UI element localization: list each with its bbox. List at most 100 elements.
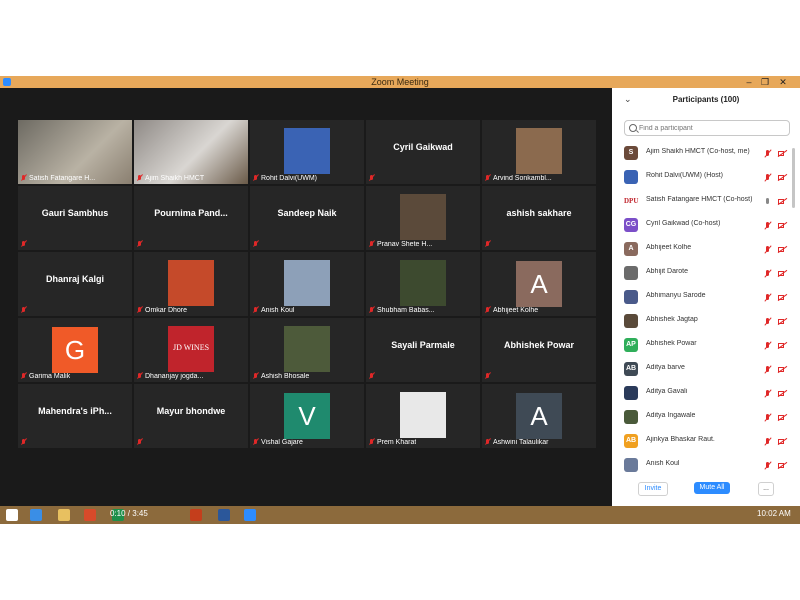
participant-avatar	[624, 266, 638, 280]
video-off-icon[interactable]	[778, 318, 786, 325]
video-off-icon[interactable]	[778, 414, 786, 421]
participant-search[interactable]	[624, 120, 790, 136]
participant-tile[interactable]: Ajim Shaikh HMCT	[134, 120, 248, 184]
participant-tile[interactable]: Arvind Sonkambl...	[482, 120, 596, 184]
participant-tile[interactable]: Rohit Dalvi(UWM)	[250, 120, 364, 184]
muted-mic-icon[interactable]	[764, 414, 772, 421]
minimize-button[interactable]: –	[742, 76, 756, 88]
ie-icon[interactable]	[30, 509, 42, 521]
participant-tile[interactable]: Prem Kharat	[366, 384, 480, 448]
video-off-icon[interactable]	[778, 438, 786, 445]
video-off-icon[interactable]	[778, 390, 786, 397]
participant-avatar: DPU	[624, 194, 638, 208]
participant-avatar: CG	[624, 218, 638, 232]
word-icon[interactable]	[218, 509, 230, 521]
participant-tile[interactable]: Sandeep Naik	[250, 186, 364, 250]
participant-tile[interactable]: A Abhijeet Kolhe	[482, 252, 596, 316]
muted-mic-icon[interactable]	[764, 150, 772, 157]
participant-tile[interactable]: ashish sakhare	[482, 186, 596, 250]
participant-tile[interactable]: Abhishek Powar	[482, 318, 596, 382]
participant-tile[interactable]: Gauri Sambhus	[18, 186, 132, 250]
muted-mic-icon[interactable]	[764, 270, 772, 277]
participant-row[interactable]: Anish Koul	[612, 454, 800, 472]
participant-tile[interactable]: Ashish Bhosale	[250, 318, 364, 382]
muted-mic-icon[interactable]	[764, 246, 772, 253]
tile-name-label: Vishal Gajare	[261, 439, 303, 446]
muted-mic-icon[interactable]	[764, 462, 772, 469]
participant-row[interactable]: Abhimanyu Sarode	[612, 286, 800, 310]
participant-tile[interactable]: A Ashwini Talaulikar	[482, 384, 596, 448]
participant-tile[interactable]: Sayali Parmale	[366, 318, 480, 382]
participant-row[interactable]: A Abhijeet Kolhe	[612, 238, 800, 262]
video-off-icon[interactable]	[778, 174, 786, 181]
mic-icon[interactable]	[764, 198, 772, 205]
participant-tile[interactable]: Shubham Babas...	[366, 252, 480, 316]
participant-list-scrollbar[interactable]	[792, 148, 795, 208]
search-icon	[629, 124, 637, 132]
close-button[interactable]: ✕	[776, 76, 790, 88]
participant-row[interactable]: Aditya Gavali	[612, 382, 800, 406]
tile-name-large: Mayur bhondwe	[156, 406, 226, 416]
participant-name: Abhijeet Kolhe	[646, 244, 692, 251]
participant-tile[interactable]: Pournima Pand...	[134, 186, 248, 250]
participant-tile[interactable]: Anish Koul	[250, 252, 364, 316]
profile-photo	[168, 260, 214, 306]
muted-mic-icon[interactable]	[764, 174, 772, 181]
video-off-icon[interactable]	[778, 342, 786, 349]
muted-mic-icon[interactable]	[764, 366, 772, 373]
video-off-icon[interactable]	[778, 222, 786, 229]
video-off-icon[interactable]	[778, 246, 786, 253]
muted-mic-icon[interactable]	[764, 342, 772, 349]
mute-all-button[interactable]: Mute All	[694, 482, 730, 494]
video-off-icon[interactable]	[778, 366, 786, 373]
participant-tile[interactable]: G Garima Malik	[18, 318, 132, 382]
powerpoint-icon[interactable]	[190, 509, 202, 521]
more-button[interactable]: ...	[758, 482, 774, 496]
participant-tile[interactable]: Pranav Shete H...	[366, 186, 480, 250]
participant-tile[interactable]: Omkar Dhore	[134, 252, 248, 316]
participant-row[interactable]: Aditya Ingawale	[612, 406, 800, 430]
zoom-taskbar-icon[interactable]	[244, 509, 256, 521]
muted-mic-icon[interactable]	[764, 318, 772, 325]
muted-mic-icon[interactable]	[764, 294, 772, 301]
tile-name-large: Dhanraj Kalgi	[45, 274, 104, 284]
video-off-icon[interactable]	[778, 462, 786, 469]
muted-mic-icon[interactable]	[764, 438, 772, 445]
media-player-icon[interactable]	[84, 509, 96, 521]
video-off-icon[interactable]	[778, 270, 786, 277]
participant-tile[interactable]: Mayur bhondwe	[134, 384, 248, 448]
participant-row[interactable]: AB Ajinkya Bhaskar Raut.	[612, 430, 800, 454]
participant-row[interactable]: Abhishek Jagtap	[612, 310, 800, 334]
participant-name: Rohit Dalvi(UWM) (Host)	[646, 172, 723, 179]
participant-tile[interactable]: V Vishal Gajare	[250, 384, 364, 448]
file-explorer-icon[interactable]	[58, 509, 70, 521]
video-off-icon[interactable]	[778, 198, 786, 205]
participant-row[interactable]: S Ajim Shaikh HMCT (Co-host, me)	[612, 142, 800, 166]
participant-tile[interactable]: Satish Fatangare H...	[18, 120, 132, 184]
invite-button[interactable]: Invite	[638, 482, 668, 496]
participant-row[interactable]: Rohit Dalvi(UWM) (Host)	[612, 166, 800, 190]
maximize-button[interactable]: ❐	[758, 76, 772, 88]
participant-row[interactable]: Abhijit Darote	[612, 262, 800, 286]
participant-search-input[interactable]	[639, 122, 779, 134]
start-button-icon[interactable]	[6, 509, 18, 521]
tile-name-label: Arvind Sonkambl...	[493, 175, 552, 182]
participant-tile[interactable]: Cyril Gaikwad	[366, 120, 480, 184]
muted-mic-icon[interactable]	[764, 390, 772, 397]
muted-mic-icon	[21, 373, 26, 379]
participant-name: Aditya Ingawale	[646, 412, 696, 419]
muted-mic-icon[interactable]	[764, 222, 772, 229]
window-title: Zoom Meeting	[371, 77, 429, 87]
participant-name: Abhimanyu Sarode	[646, 292, 706, 299]
participant-row[interactable]: AB Aditya barve	[612, 358, 800, 382]
participant-name: Cyril Gaikwad (Co-host)	[646, 220, 721, 227]
video-off-icon[interactable]	[778, 294, 786, 301]
muted-mic-icon	[137, 307, 142, 313]
participant-tile[interactable]: Mahendra's iPh...	[18, 384, 132, 448]
participant-row[interactable]: DPU Satish Fatangare HMCT (Co-host)	[612, 190, 800, 214]
participant-row[interactable]: AP Abhishek Powar	[612, 334, 800, 358]
participant-tile[interactable]: Dhanraj Kalgi	[18, 252, 132, 316]
participant-tile[interactable]: JD WINES Dhananjay jogda...	[134, 318, 248, 382]
video-off-icon[interactable]	[778, 150, 786, 157]
participant-row[interactable]: CG Cyril Gaikwad (Co-host)	[612, 214, 800, 238]
